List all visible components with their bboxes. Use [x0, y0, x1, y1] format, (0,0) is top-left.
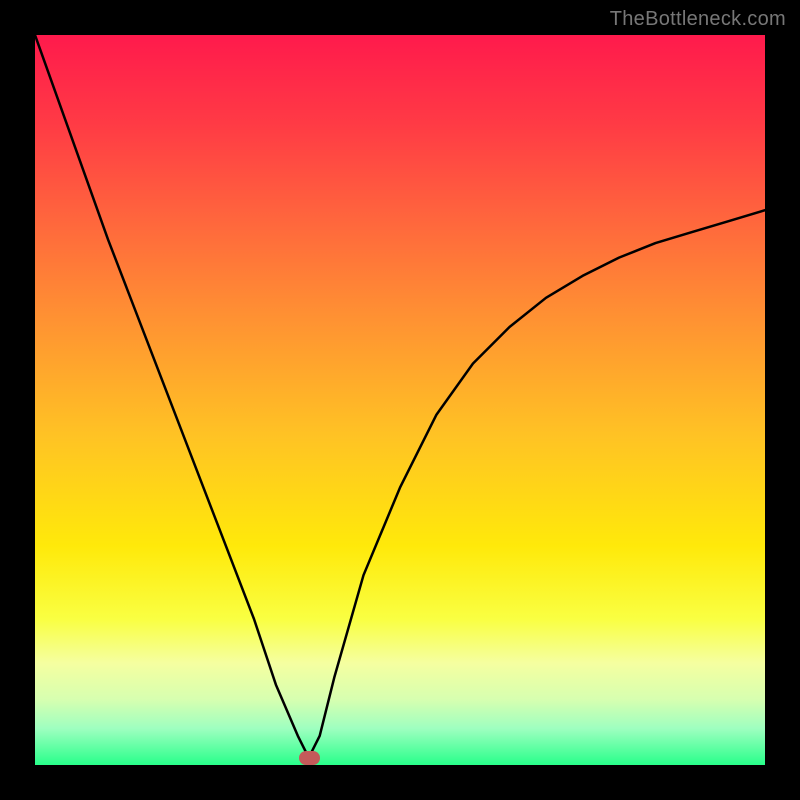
curve-path [35, 35, 765, 758]
watermark-text: TheBottleneck.com [610, 8, 786, 31]
plot-area [35, 35, 765, 765]
minimum-marker [299, 751, 320, 765]
bottleneck-curve [35, 35, 765, 765]
chart-frame: TheBottleneck.com [0, 0, 800, 800]
